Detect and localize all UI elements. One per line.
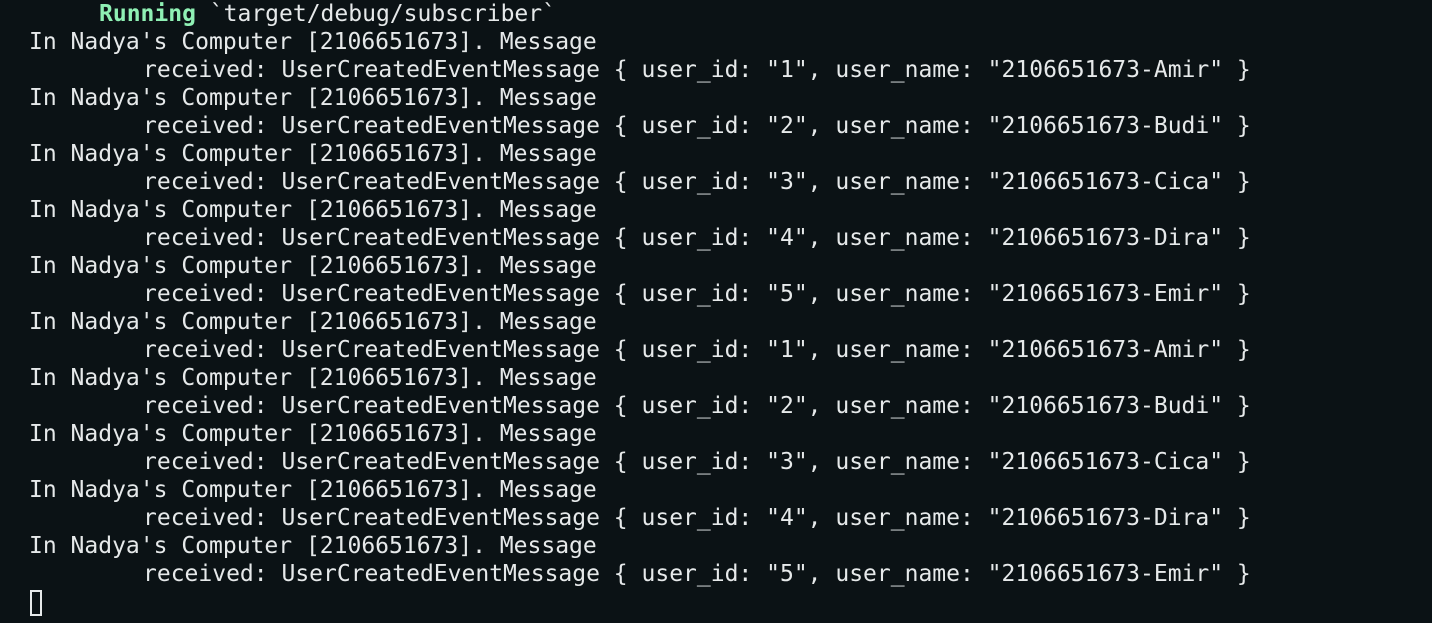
log-line-prefix: In Nadya's Computer [2106651673]. Messag…: [29, 365, 597, 391]
log-line-prefix: In Nadya's Computer [2106651673]. Messag…: [29, 85, 597, 111]
log-line-body: received: UserCreatedEventMessage { user…: [143, 393, 1251, 419]
log-line-prefix: In Nadya's Computer [2106651673]. Messag…: [29, 309, 597, 335]
log-line-body: received: UserCreatedEventMessage { user…: [143, 57, 1251, 83]
log-line-prefix: In Nadya's Computer [2106651673]. Messag…: [29, 421, 597, 447]
running-line: Running `target/debug/subscriber`: [29, 0, 1432, 28]
running-command: `target/debug/subscriber`: [195, 1, 556, 27]
log-line-prefix: In Nadya's Computer [2106651673]. Messag…: [29, 29, 597, 55]
log-line-body: received: UserCreatedEventMessage { user…: [143, 449, 1251, 475]
log-line-body: received: UserCreatedEventMessage { user…: [143, 505, 1251, 531]
log-line-body: received: UserCreatedEventMessage { user…: [143, 169, 1251, 195]
log-line-body: received: UserCreatedEventMessage { user…: [143, 113, 1251, 139]
log-line-prefix: In Nadya's Computer [2106651673]. Messag…: [29, 197, 597, 223]
log-line-body: received: UserCreatedEventMessage { user…: [143, 225, 1251, 251]
terminal-output[interactable]: Running `target/debug/subscriber` In Nad…: [29, 0, 1432, 623]
log-line-prefix: In Nadya's Computer [2106651673]. Messag…: [29, 533, 597, 559]
running-label: Running: [99, 1, 196, 27]
terminal-cursor[interactable]: [30, 589, 42, 616]
prompt-line[interactable]: [29, 588, 1432, 616]
log-line-prefix: In Nadya's Computer [2106651673]. Messag…: [29, 141, 597, 167]
log-line-body: received: UserCreatedEventMessage { user…: [143, 561, 1251, 587]
log-line-prefix: In Nadya's Computer [2106651673]. Messag…: [29, 253, 597, 279]
log-line-body: received: UserCreatedEventMessage { user…: [143, 281, 1251, 307]
log-line-body: received: UserCreatedEventMessage { user…: [143, 337, 1251, 363]
log-line-prefix: In Nadya's Computer [2106651673]. Messag…: [29, 477, 597, 503]
